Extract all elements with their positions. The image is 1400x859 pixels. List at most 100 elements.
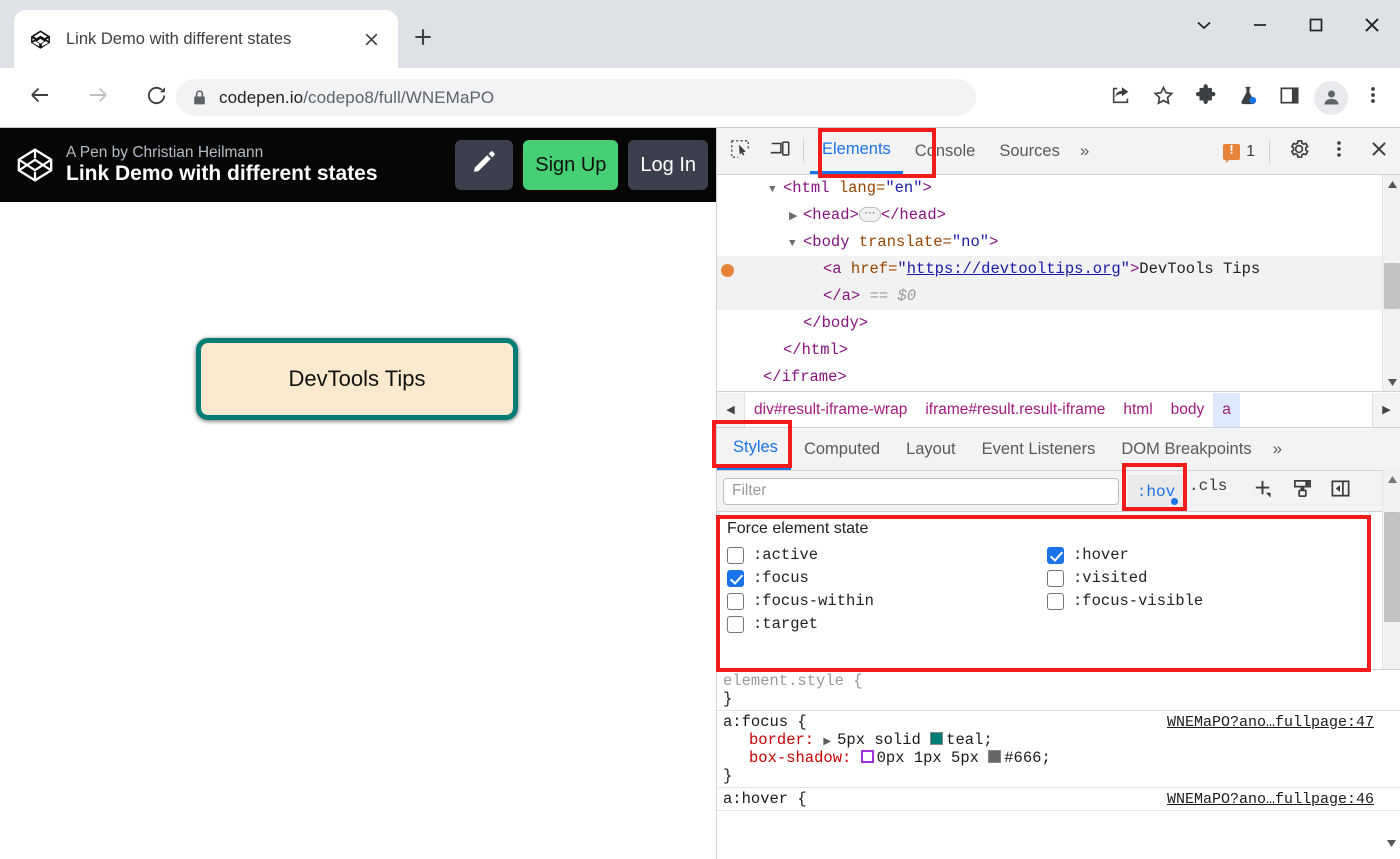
close-icon[interactable] (358, 26, 384, 52)
tab-dom-breakpoints[interactable]: DOM Breakpoints (1108, 428, 1264, 470)
address-bar[interactable]: codepen.io/codepo8/full/WNEMaPO (176, 79, 976, 116)
tab-console[interactable]: Console (903, 128, 988, 174)
css-value-after[interactable]: #666; (1004, 749, 1051, 767)
tab-computed[interactable]: Computed (791, 428, 893, 470)
force-state-focus[interactable]: :focus (727, 569, 1047, 587)
css-selector[interactable]: a:hover { (723, 790, 807, 808)
scrollbar-thumb[interactable] (1384, 263, 1400, 309)
force-state-visited[interactable]: :visited (1047, 569, 1400, 587)
double-chevron-right-icon[interactable]: » (1072, 141, 1097, 161)
scroll-up-icon[interactable] (1383, 175, 1400, 193)
edit-pen-button[interactable] (455, 140, 514, 190)
scroll-down-icon[interactable] (1383, 373, 1400, 391)
back-button[interactable] (18, 76, 62, 120)
checkbox[interactable] (1047, 569, 1064, 587)
minimize-button[interactable] (1232, 0, 1288, 54)
sign-up-button[interactable]: Sign Up (523, 140, 619, 190)
twisty-open-icon[interactable]: ▼ (769, 177, 783, 204)
scrollbar-thumb[interactable] (1384, 512, 1400, 622)
breakpoint-dot[interactable] (721, 264, 734, 277)
css-rule[interactable]: a:focus {WNEMaPO?ano…fullpage:47 border: … (717, 711, 1400, 788)
styles-scrollbar[interactable] (1382, 512, 1400, 669)
css-declaration[interactable]: border: ▶ 5px solid teal; (723, 731, 1400, 749)
breadcrumb-item[interactable]: html (1114, 393, 1161, 427)
dom-tree-line[interactable]: </html> (717, 337, 1400, 364)
browser-tab[interactable]: Link Demo with different states (14, 10, 398, 68)
css-rule[interactable]: a:hover { WNEMaPO?ano…fullpage:46 (717, 788, 1400, 811)
css-source-link[interactable]: WNEMaPO?ano…fullpage:46 (1167, 791, 1374, 808)
dom-tree-scrollbar[interactable] (1382, 175, 1400, 391)
css-property[interactable]: box-shadow: (749, 749, 861, 767)
box-shadow-editor-icon[interactable] (860, 750, 874, 763)
experiments-button[interactable] (1226, 77, 1268, 119)
dom-token[interactable]: https://devtooltips.org (907, 260, 1121, 278)
rules-scrollbar[interactable] (1382, 670, 1400, 852)
devtools-more-button[interactable] (1322, 135, 1356, 169)
log-in-button[interactable]: Log In (628, 140, 708, 190)
css-property[interactable]: border: (749, 731, 823, 749)
checkbox[interactable] (1047, 546, 1064, 564)
breadcrumb-item[interactable]: iframe#result.result-iframe (916, 393, 1114, 427)
css-value[interactable]: 0px 1px 5px (877, 749, 989, 767)
css-rules-pane[interactable]: element.style {} a:focus {WNEMaPO?ano…ful… (717, 670, 1400, 852)
new-tab-button[interactable] (406, 22, 440, 56)
maximize-button[interactable] (1288, 0, 1344, 54)
tab-search-button[interactable] (1176, 0, 1232, 54)
close-window-button[interactable] (1344, 0, 1400, 54)
dom-tree[interactable]: ▼ <html lang="en"> ▶ <head> ⋯ </head> ▼ <body t… (717, 175, 1400, 392)
chrome-menu-button[interactable] (1352, 77, 1394, 119)
dom-tree-line[interactable]: <a href="https://devtooltips.org">DevToo… (717, 256, 1400, 283)
dom-tree-line[interactable]: </iframe> (717, 364, 1400, 391)
force-state-hover[interactable]: :hover (1047, 546, 1400, 564)
devtools-close-button[interactable] (1362, 135, 1396, 169)
scroll-up-icon[interactable] (1383, 470, 1400, 488)
checkbox[interactable] (727, 569, 744, 587)
color-swatch[interactable] (930, 732, 944, 745)
breadcrumb-item[interactable]: body (1162, 393, 1214, 427)
inspect-element-button[interactable] (723, 134, 757, 168)
bookmark-button[interactable] (1142, 77, 1184, 119)
reload-button[interactable] (134, 76, 178, 120)
css-declaration[interactable]: box-shadow: 0px 1px 5px #666; (723, 749, 1400, 767)
device-toolbar-button[interactable] (763, 134, 797, 168)
tab-event-listeners[interactable]: Event Listeners (969, 428, 1109, 470)
tab-sources[interactable]: Sources (987, 128, 1072, 174)
css-value[interactable]: 5px solid (837, 731, 930, 749)
dom-tree-line[interactable]: </a> == $0 (717, 283, 1400, 310)
double-chevron-right-icon[interactable]: » (1265, 439, 1290, 459)
element-classes-button[interactable]: .cls (1189, 477, 1227, 495)
scroll-down-icon[interactable] (1382, 834, 1400, 852)
css-value-after[interactable]: teal; (946, 731, 993, 749)
chevron-right-icon[interactable]: ▶ (1372, 392, 1400, 427)
dom-tree-line[interactable]: </body> (717, 310, 1400, 337)
filter-input[interactable] (723, 477, 1119, 505)
toggle-sidebar-button[interactable] (1325, 476, 1355, 506)
tab-layout[interactable]: Layout (893, 428, 969, 470)
breadcrumb-item[interactable]: div#result-iframe-wrap (745, 393, 916, 427)
dom-tree-line[interactable]: ▼ <html lang="en"> (717, 175, 1400, 202)
devtools-tips-link[interactable]: DevTools Tips (196, 338, 518, 420)
tab-styles[interactable]: Styles (717, 428, 791, 470)
checkbox[interactable] (727, 615, 744, 633)
profile-button[interactable] (1310, 77, 1352, 119)
side-panel-button[interactable] (1268, 77, 1310, 119)
devtools-settings-button[interactable] (1282, 135, 1316, 169)
breadcrumb-item[interactable]: a (1213, 392, 1240, 427)
twisty-closed-icon[interactable]: ▶ (789, 204, 803, 231)
twisty-open-icon[interactable]: ▼ (789, 231, 803, 258)
force-state-focus-visible[interactable]: :focus-visible (1047, 592, 1400, 610)
expand-shorthand-icon[interactable]: ▶ (823, 737, 837, 748)
dom-tree-line[interactable]: ▶ <head> ⋯ </head> (717, 202, 1400, 229)
checkbox[interactable] (727, 546, 744, 564)
force-state-focus-within[interactable]: :focus-within (727, 592, 1047, 610)
force-state-active[interactable]: :active (727, 546, 1047, 564)
extensions-button[interactable] (1184, 77, 1226, 119)
css-selector[interactable]: element.style { (723, 672, 863, 690)
collapsed-children-icon[interactable]: ⋯ (858, 207, 881, 223)
color-swatch[interactable] (988, 750, 1002, 763)
computed-styles-button[interactable] (1287, 476, 1317, 506)
force-state-target[interactable]: :target (727, 615, 1047, 633)
css-source-link[interactable]: WNEMaPO?ano…fullpage:47 (1167, 714, 1374, 731)
warnings-badge[interactable]: 1 (1215, 142, 1263, 163)
checkbox[interactable] (727, 592, 744, 610)
